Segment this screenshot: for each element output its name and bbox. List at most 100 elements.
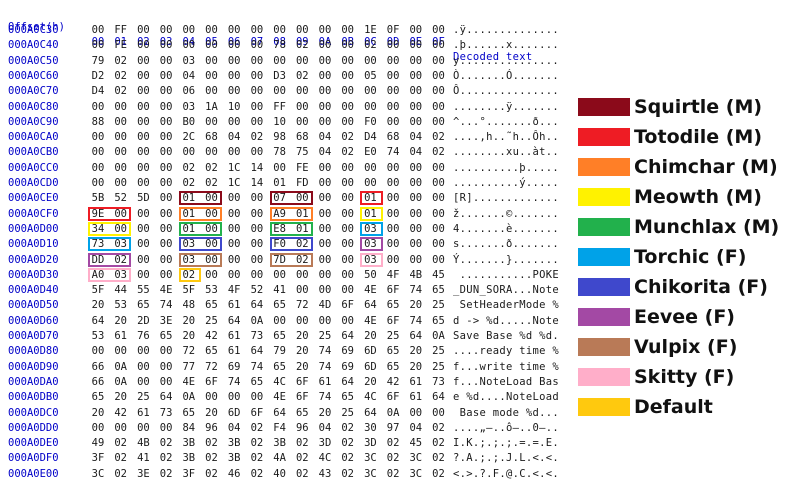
hex-byte[interactable]: 00 bbox=[134, 69, 152, 84]
hex-byte[interactable]: 00 bbox=[407, 84, 425, 99]
hex-byte[interactable]: 43 bbox=[316, 467, 334, 482]
hex-byte[interactable]: 00 bbox=[180, 145, 198, 160]
hex-byte[interactable]: 02 bbox=[339, 467, 357, 482]
hex-byte[interactable]: 02 bbox=[384, 451, 402, 466]
hex-byte[interactable]: 00 bbox=[316, 283, 334, 298]
hex-byte[interactable]: 20 bbox=[407, 298, 425, 313]
hex-byte[interactable]: 00 bbox=[339, 191, 357, 206]
hex-byte[interactable]: 0A bbox=[112, 375, 130, 390]
hex-byte[interactable]: 6D bbox=[361, 360, 379, 375]
hex-byte[interactable]: 30 bbox=[361, 421, 379, 436]
hex-byte[interactable]: 00 bbox=[316, 253, 334, 268]
hex-byte[interactable]: 00 bbox=[293, 100, 311, 115]
hex-byte[interactable]: 00 bbox=[293, 314, 311, 329]
decoded-text[interactable]: ?.A.;.;.J.L.<.<. bbox=[453, 451, 575, 466]
hex-byte[interactable]: 00 bbox=[157, 69, 175, 84]
hex-byte[interactable]: 00 bbox=[316, 222, 334, 237]
hex-byte[interactable]: 10 bbox=[271, 115, 289, 130]
hex-byte[interactable]: 02 bbox=[112, 84, 130, 99]
hex-byte[interactable]: 5F bbox=[180, 283, 198, 298]
hex-byte[interactable]: 4B bbox=[134, 436, 152, 451]
hex-byte[interactable]: 00 bbox=[248, 207, 266, 222]
hex-byte[interactable]: 02 bbox=[157, 436, 175, 451]
hex-byte[interactable]: 02 bbox=[112, 69, 130, 84]
hex-byte[interactable]: 00 bbox=[293, 283, 311, 298]
hex-byte[interactable]: 00 bbox=[157, 145, 175, 160]
hex-byte[interactable]: 68 bbox=[384, 130, 402, 145]
hex-byte[interactable]: 00 bbox=[157, 207, 175, 222]
hex-byte[interactable]: 02 bbox=[180, 161, 198, 176]
hex-byte[interactable]: 03 bbox=[180, 54, 198, 69]
hex-byte[interactable]: 04 bbox=[407, 421, 425, 436]
hex-byte[interactable]: 6F bbox=[384, 390, 402, 405]
hex-byte[interactable]: 00 bbox=[271, 54, 289, 69]
hex-byte[interactable]: 00 bbox=[361, 176, 379, 191]
decoded-text[interactable]: ....,h..˜h..Ôh.. bbox=[453, 130, 575, 145]
hex-byte[interactable]: 00 bbox=[384, 191, 402, 206]
hex-byte[interactable]: 61 bbox=[225, 344, 243, 359]
hex-byte[interactable]: 00 bbox=[112, 115, 130, 130]
hex-byte[interactable]: 00 bbox=[134, 222, 152, 237]
hex-byte[interactable]: 00 bbox=[248, 268, 266, 283]
decoded-text[interactable]: ....„–..ô–..0—.. bbox=[453, 421, 575, 436]
hex-byte[interactable]: 00 bbox=[339, 54, 357, 69]
hex-byte[interactable]: 02 bbox=[430, 145, 448, 160]
hex-byte[interactable]: 00 bbox=[112, 421, 130, 436]
hex-byte[interactable]: 3B bbox=[180, 436, 198, 451]
hex-byte[interactable]: 64 bbox=[430, 390, 448, 405]
hex-byte[interactable]: 65 bbox=[248, 375, 266, 390]
hex-byte[interactable]: 61 bbox=[407, 390, 425, 405]
hex-byte[interactable]: 00 bbox=[203, 115, 221, 130]
hex-byte[interactable]: 00 bbox=[157, 130, 175, 145]
hex-byte[interactable]: 00 bbox=[134, 23, 152, 38]
hex-byte[interactable]: 00 bbox=[225, 222, 243, 237]
hex-byte[interactable]: 72 bbox=[180, 344, 198, 359]
hex-byte[interactable]: 00 bbox=[248, 253, 266, 268]
hex-byte[interactable]: 98 bbox=[271, 130, 289, 145]
hex-byte[interactable]: 65 bbox=[271, 298, 289, 313]
hex-byte[interactable]: 00 bbox=[157, 253, 175, 268]
hex-byte[interactable]: 53 bbox=[203, 283, 221, 298]
hex-byte[interactable]: 4E bbox=[180, 375, 198, 390]
hex-byte[interactable]: 3B bbox=[225, 436, 243, 451]
hex-byte[interactable]: 6F bbox=[339, 298, 357, 313]
hex-byte[interactable]: 02 bbox=[293, 467, 311, 482]
hex-byte[interactable]: 00 bbox=[203, 390, 221, 405]
hex-byte[interactable]: 00 bbox=[225, 69, 243, 84]
hex-byte[interactable]: 00 bbox=[316, 191, 334, 206]
hex-byte[interactable]: 65 bbox=[271, 360, 289, 375]
hex-byte[interactable]: 00 bbox=[134, 421, 152, 436]
hex-byte[interactable]: 00 bbox=[339, 115, 357, 130]
hex-byte[interactable]: 73 bbox=[157, 406, 175, 421]
hex-byte[interactable]: 02 bbox=[248, 451, 266, 466]
hex-byte[interactable]: 02 bbox=[203, 176, 221, 191]
hex-byte[interactable]: 02 bbox=[248, 130, 266, 145]
hex-byte[interactable]: 00 bbox=[407, 100, 425, 115]
hex-byte[interactable]: 00 bbox=[293, 115, 311, 130]
decoded-text[interactable]: I.K.;.;.;.=.=.E. bbox=[453, 436, 575, 451]
hex-byte[interactable]: 97 bbox=[384, 421, 402, 436]
hex-byte[interactable]: 73 bbox=[430, 375, 448, 390]
hex-byte[interactable]: D3 bbox=[271, 69, 289, 84]
hex-byte[interactable]: 00 bbox=[339, 69, 357, 84]
hex-byte[interactable]: 02 bbox=[339, 436, 357, 451]
hex-byte[interactable]: 65 bbox=[293, 406, 311, 421]
hex-byte[interactable]: D4 bbox=[89, 84, 107, 99]
hex-byte[interactable]: 74 bbox=[384, 145, 402, 160]
hex-byte[interactable]: 00 bbox=[89, 344, 107, 359]
hex-byte[interactable]: 00 bbox=[271, 84, 289, 99]
decoded-text[interactable]: Ò.......Ó....... bbox=[453, 69, 575, 84]
hex-byte[interactable]: 64 bbox=[361, 406, 379, 421]
hex-byte[interactable]: 25 bbox=[430, 344, 448, 359]
hex-byte[interactable]: 02 bbox=[157, 467, 175, 482]
hex-byte[interactable]: 00 bbox=[225, 268, 243, 283]
hex-byte[interactable]: 00 bbox=[157, 222, 175, 237]
hex-byte[interactable]: 65 bbox=[339, 390, 357, 405]
hex-byte[interactable]: 20 bbox=[180, 329, 198, 344]
hex-byte[interactable]: 64 bbox=[339, 375, 357, 390]
hex-byte[interactable]: 00 bbox=[248, 390, 266, 405]
hex-byte[interactable]: 00 bbox=[203, 23, 221, 38]
hex-byte[interactable]: 00 bbox=[407, 406, 425, 421]
hex-byte[interactable]: 61 bbox=[225, 329, 243, 344]
hex-byte[interactable]: 00 bbox=[248, 145, 266, 160]
